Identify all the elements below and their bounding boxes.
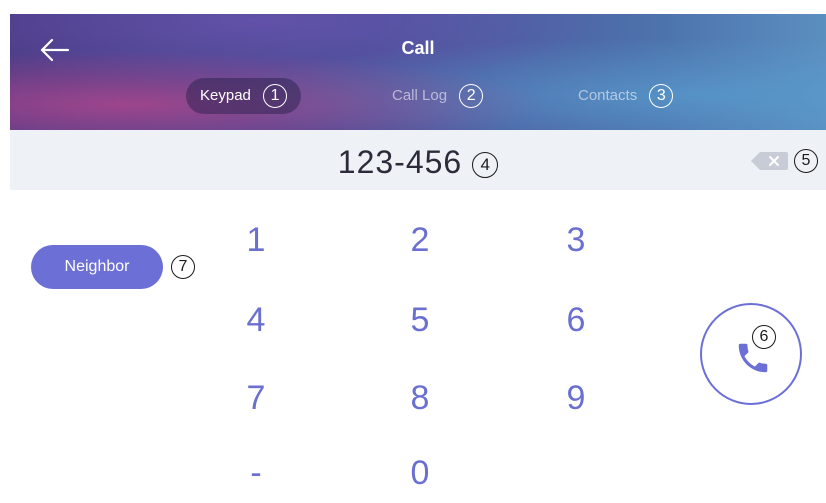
call-button[interactable] — [700, 303, 802, 405]
dialed-number-display[interactable]: 123-456 4 — [10, 144, 826, 181]
keypad-key[interactable]: 4 — [216, 290, 296, 350]
delete-button[interactable] — [750, 151, 788, 171]
callout-marker: 2 — [459, 84, 484, 109]
tab-call-log[interactable]: Call Log 2 — [392, 78, 484, 114]
callout-marker: 7 — [171, 255, 195, 279]
neighbor-button[interactable]: Neighbor — [31, 245, 163, 289]
page-title: Call — [401, 38, 435, 58]
callout-marker: 4 — [472, 151, 499, 178]
tab-contacts[interactable]: Contacts 3 — [578, 78, 674, 114]
keypad-key[interactable]: 7 — [216, 368, 296, 428]
dialed-number: 123-456 — [337, 144, 463, 180]
callout-marker: 5 — [794, 149, 818, 173]
keypad-key[interactable]: 1 — [216, 210, 296, 270]
tab-label: Keypad — [200, 87, 251, 104]
keypad-key[interactable]: 3 — [536, 210, 616, 270]
keypad-key[interactable]: 2 — [380, 210, 460, 270]
keypad-key[interactable]: - — [216, 443, 296, 503]
keypad-key[interactable]: 8 — [380, 368, 460, 428]
header-bar: Call Keypad 1 Call Log 2 Contacts 3 — [10, 14, 826, 130]
keypad-key[interactable]: 0 — [380, 443, 460, 503]
tab-keypad[interactable]: Keypad 1 — [186, 78, 302, 114]
tab-label: Call Log — [392, 87, 448, 104]
backspace-icon — [751, 152, 788, 170]
callout-marker: 1 — [263, 84, 288, 109]
keypad-key[interactable]: 5 — [380, 290, 460, 350]
keypad-key[interactable]: 9 — [536, 368, 616, 428]
callout-marker: 6 — [752, 325, 776, 349]
tab-label: Contacts — [578, 87, 638, 104]
number-bar: 123-456 4 5 — [10, 130, 826, 190]
callout-marker: 3 — [649, 84, 674, 109]
keypad-key[interactable]: 6 — [536, 290, 616, 350]
